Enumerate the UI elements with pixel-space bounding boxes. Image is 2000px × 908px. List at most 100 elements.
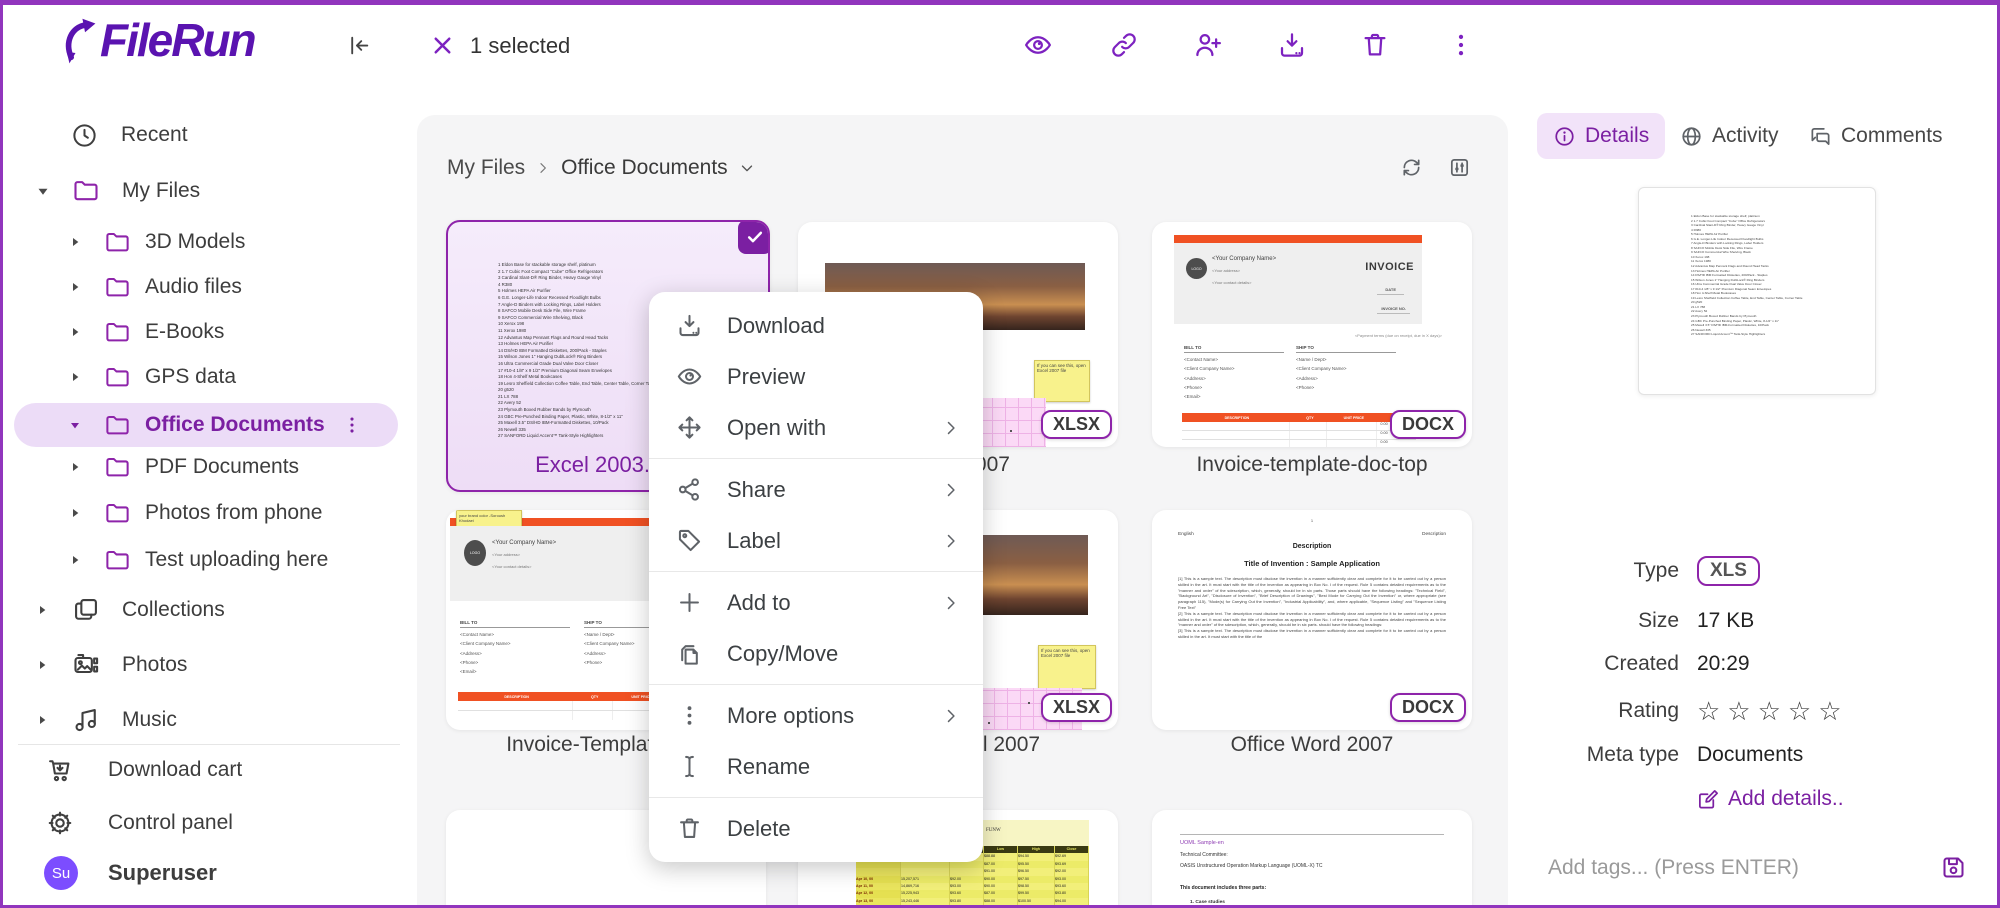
caret-right-icon[interactable] xyxy=(67,505,83,521)
user-plus-icon xyxy=(1193,30,1223,60)
invoice-bill-to: BILL TO <Contact Name> <Client Company N… xyxy=(1184,345,1284,401)
menu-item-more-options[interactable]: More options xyxy=(649,690,983,741)
menu-divider xyxy=(649,684,983,685)
caret-right-icon[interactable] xyxy=(67,552,83,568)
detail-value: Documents xyxy=(1697,743,1803,767)
caret-right-icon[interactable] xyxy=(67,279,83,295)
sidebar-item-e-books[interactable]: E-Books xyxy=(0,310,418,354)
tab-comments[interactable]: Comments xyxy=(1809,113,1943,159)
caret-down-icon[interactable] xyxy=(67,417,83,433)
chevron-down-icon[interactable] xyxy=(738,159,756,177)
invoice-date-label: DATE xyxy=(1377,287,1404,295)
sidebar-item-music[interactable]: Music xyxy=(0,698,418,742)
save-tags-button[interactable] xyxy=(1940,854,1967,881)
rating-stars[interactable]: ☆☆☆☆☆ xyxy=(1697,696,1849,727)
tags-row xyxy=(1508,846,2000,890)
more-options-button[interactable] xyxy=(1446,30,1476,60)
tab-activity[interactable]: Activity xyxy=(1680,113,1779,159)
file-preview-thumbnail[interactable]: 1 Eldon Base for stackable storage shelf… xyxy=(1638,187,1876,395)
breadcrumb-root[interactable]: My Files xyxy=(447,156,525,180)
caret-right-icon[interactable] xyxy=(34,712,50,728)
preview-button[interactable] xyxy=(1023,30,1053,60)
sidebar-item-photos-from-phone[interactable]: Photos from phone xyxy=(0,491,418,535)
share-link-button[interactable] xyxy=(1109,30,1139,60)
sidebar-item-superuser[interactable]: Su Superuser xyxy=(0,851,418,895)
app-logo[interactable]: FileRun xyxy=(56,8,255,72)
folder-icon xyxy=(104,229,131,256)
file-card-uoml[interactable]: UOML Sample-en Technical Committee: OASI… xyxy=(1152,810,1472,908)
invoice-company: <Your Company Name> xyxy=(492,540,556,546)
menu-item-add-to[interactable]: Add to xyxy=(649,577,983,628)
detail-label: Meta type xyxy=(1508,743,1679,767)
collapse-left-icon xyxy=(347,33,372,58)
delete-button[interactable] xyxy=(1360,30,1390,60)
caret-right-icon[interactable] xyxy=(67,459,83,475)
menu-item-label: Download xyxy=(727,313,825,339)
sidebar-item-my-files[interactable]: My Files xyxy=(0,169,418,213)
sidebar-item-office-documents[interactable]: Office Documents xyxy=(0,403,418,447)
folder-options-kebab-icon[interactable] xyxy=(341,414,363,436)
uoml-org: OASIS Unstructured Operation Markup Lang… xyxy=(1180,863,1322,869)
folder-icon xyxy=(104,319,131,346)
details-panel: Details Activity Comments 1 Eldon Base f… xyxy=(1508,0,2000,908)
sidebar-item-control-panel[interactable]: Control panel xyxy=(0,801,418,845)
sidebar-item-label: Recent xyxy=(121,123,188,147)
menu-item-label: Rename xyxy=(727,754,810,780)
tab-details[interactable]: Details xyxy=(1537,113,1665,159)
file-type-badge: DOCX xyxy=(1390,410,1466,439)
menu-item-download[interactable]: Download xyxy=(649,300,983,351)
file-name[interactable]: Invoice-template-doc-top xyxy=(1152,453,1472,477)
invoice-bill-to: BILL TO <Contact Name> <Client Company N… xyxy=(460,620,570,676)
menu-divider xyxy=(649,458,983,459)
invoice-contact: <Your contact details> xyxy=(1212,280,1251,285)
menu-item-copy-move[interactable]: Copy/Move xyxy=(649,628,983,679)
caret-right-icon[interactable] xyxy=(67,234,83,250)
breadcrumb-current[interactable]: Office Documents xyxy=(561,156,728,180)
menu-item-delete[interactable]: Delete xyxy=(649,803,983,854)
file-card-office-word-2007[interactable]: 1 English Description Description Title … xyxy=(1152,510,1472,730)
globe-icon xyxy=(1680,125,1703,148)
menu-item-label[interactable]: Label xyxy=(649,515,983,566)
word-title: Title of Invention : Sample Application xyxy=(1152,559,1472,568)
refresh-button[interactable] xyxy=(1400,156,1423,179)
word-paragraphs: [1] This is a sample text. The descripti… xyxy=(1178,576,1446,640)
menu-item-open-with[interactable]: Open with xyxy=(649,402,983,453)
caret-right-icon[interactable] xyxy=(34,602,50,618)
clear-selection-button[interactable] xyxy=(430,33,455,58)
menu-item-label: Delete xyxy=(727,816,791,842)
collections-icon xyxy=(72,596,100,624)
sidebar-item-audio-files[interactable]: Audio files xyxy=(0,265,418,309)
tags-input[interactable] xyxy=(1546,855,1910,881)
invoice-company: <Your Company Name> xyxy=(1212,256,1276,262)
menu-item-share[interactable]: Share xyxy=(649,464,983,515)
sidebar-item-pdf-documents[interactable]: PDF Documents xyxy=(0,445,418,489)
close-icon xyxy=(430,33,455,58)
view-options-button[interactable] xyxy=(1448,156,1471,179)
selected-checkbox[interactable] xyxy=(738,220,770,254)
menu-item-rename[interactable]: Rename xyxy=(649,741,983,792)
word-page-number: 1 xyxy=(1152,518,1472,523)
add-details-link[interactable]: Add details.. xyxy=(1697,787,1844,811)
sidebar-item-download-cart[interactable]: Download cart xyxy=(0,748,418,792)
file-card-invoice-template-doc-top[interactable]: LOGO <Your Company Name> <Your address> … xyxy=(1152,222,1472,447)
sidebar-item-test-uploading-here[interactable]: Test uploading here xyxy=(0,538,418,582)
collapse-sidebar-button[interactable] xyxy=(347,33,372,58)
caret-down-icon[interactable] xyxy=(34,182,52,200)
view-options-icon xyxy=(1448,156,1471,179)
caret-right-icon[interactable] xyxy=(67,369,83,385)
sidebar-item-recent[interactable]: Recent xyxy=(0,113,418,157)
sidebar-item-gps-data[interactable]: GPS data xyxy=(0,355,418,399)
menu-item-label: Label xyxy=(727,528,781,554)
tag-icon xyxy=(676,527,703,554)
caret-right-icon[interactable] xyxy=(34,657,50,673)
sidebar-item-photos[interactable]: Photos xyxy=(0,643,418,687)
sidebar-item-collections[interactable]: Collections xyxy=(0,588,418,632)
download-button[interactable] xyxy=(1277,30,1307,60)
invoice-address: <Your address> xyxy=(1212,268,1240,273)
caret-right-icon[interactable] xyxy=(67,324,83,340)
sidebar-item-3d-models[interactable]: 3D Models xyxy=(0,220,418,264)
menu-item-preview[interactable]: Preview xyxy=(649,351,983,402)
invoice-logo: LOGO xyxy=(1186,258,1207,279)
file-name[interactable]: Office Word 2007 xyxy=(1152,733,1472,757)
share-with-user-button[interactable] xyxy=(1193,30,1223,60)
